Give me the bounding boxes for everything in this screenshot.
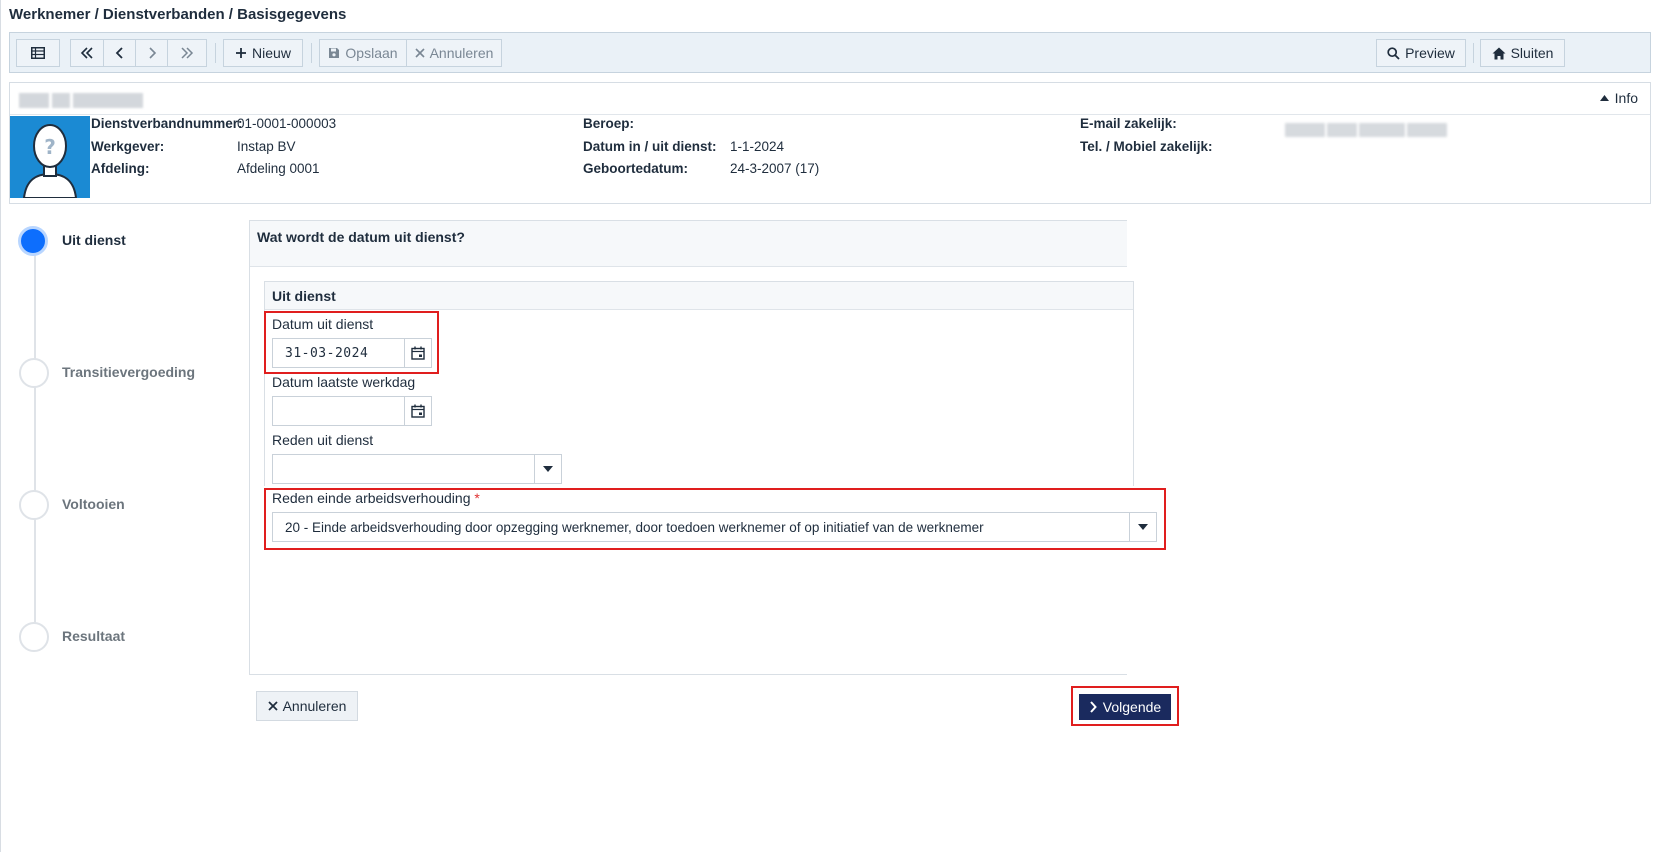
step-dot-resultaat[interactable] bbox=[19, 622, 49, 652]
toolbar: Nieuw Opslaan Annuleren Preview Sluiten bbox=[9, 32, 1651, 73]
step-label-resultaat[interactable]: Resultaat bbox=[62, 628, 125, 644]
dienstverband-label: Dienstverbandnummer: bbox=[91, 116, 243, 131]
datum-uit-dienst-calendar-button[interactable] bbox=[404, 339, 431, 367]
last-record-button[interactable] bbox=[167, 39, 207, 67]
reden-einde-label-text: Reden einde arbeidsverhouding bbox=[272, 490, 471, 506]
reden-einde-value: 20 - Einde arbeidsverhouding door opzegg… bbox=[285, 520, 984, 535]
required-mark: * bbox=[474, 490, 480, 506]
tel-label: Tel. / Mobiel zakelijk: bbox=[1080, 139, 1213, 154]
step-dot-transitievergoeding[interactable] bbox=[19, 358, 49, 388]
calendar-icon bbox=[411, 346, 425, 360]
grid-view-button[interactable] bbox=[16, 39, 60, 67]
reden-uit-dienst-label: Reden uit dienst bbox=[272, 432, 374, 448]
datum-laatste-werkdag-label: Datum laatste werkdag bbox=[272, 374, 416, 390]
datum-laatste-werkdag-input[interactable] bbox=[272, 396, 432, 426]
reden-einde-label: Reden einde arbeidsverhouding * bbox=[272, 490, 480, 506]
chevron-right-icon bbox=[1090, 701, 1097, 713]
email-label: E-mail zakelijk: bbox=[1080, 116, 1177, 131]
floppy-icon bbox=[329, 48, 340, 58]
info-toggle-label: Info bbox=[1614, 90, 1638, 106]
datum-value: 1-1-2024 bbox=[730, 139, 785, 154]
reden-einde-select[interactable]: 20 - Einde arbeidsverhouding door opzegg… bbox=[272, 512, 1157, 542]
preview-button[interactable]: Preview bbox=[1376, 39, 1466, 67]
close-button[interactable]: Sluiten bbox=[1480, 39, 1565, 67]
unknown-person-icon: ? bbox=[22, 124, 78, 198]
reden-einde-dropdown-button[interactable] bbox=[1129, 513, 1156, 541]
search-icon bbox=[1387, 46, 1400, 60]
plus-icon bbox=[236, 48, 247, 58]
cancel-button[interactable]: Annuleren bbox=[256, 691, 358, 721]
werkgever-label: Werkgever: bbox=[91, 139, 165, 154]
calendar-icon bbox=[411, 404, 425, 418]
afdeling-value: Afdeling 0001 bbox=[237, 161, 320, 176]
datum-label: Datum in / uit dienst: bbox=[583, 139, 717, 154]
datum-uit-dienst-label: Datum uit dienst bbox=[272, 316, 374, 332]
section-title: Uit dienst bbox=[272, 288, 336, 304]
employee-card-header: Info bbox=[10, 83, 1650, 115]
save-button-label: Opslaan bbox=[345, 45, 398, 61]
beroep-label: Beroep: bbox=[583, 116, 635, 131]
close-icon bbox=[267, 701, 278, 711]
toolbar-separator bbox=[1473, 43, 1474, 63]
caret-up-icon bbox=[1599, 95, 1609, 101]
step-label-voltooien[interactable]: Voltooien bbox=[62, 496, 125, 512]
geboorte-value: 24-3-2007 (17) bbox=[730, 161, 820, 176]
first-record-button[interactable] bbox=[70, 39, 104, 67]
reden-uit-dienst-select[interactable] bbox=[272, 454, 562, 484]
next-button-label: Volgende bbox=[1102, 699, 1162, 715]
step-label-transitievergoeding[interactable]: Transitievergoeding bbox=[62, 364, 195, 380]
table-icon bbox=[31, 47, 45, 59]
step-dot-uit-dienst[interactable] bbox=[18, 226, 48, 256]
stepper-line bbox=[34, 232, 36, 627]
page-title: Werknemer / Dienstverbanden / Basisgegev… bbox=[9, 6, 347, 23]
geboorte-label: Geboortedatum: bbox=[583, 161, 689, 176]
left-edge bbox=[0, 0, 1, 852]
previous-record-button[interactable] bbox=[103, 39, 136, 67]
home-icon bbox=[1492, 47, 1506, 59]
step-label-uit-dienst[interactable]: Uit dienst bbox=[62, 232, 126, 248]
step-dot-voltooien[interactable] bbox=[19, 490, 49, 520]
cancel-toolbar-label: Annuleren bbox=[429, 45, 494, 61]
next-button[interactable]: Volgende bbox=[1079, 694, 1171, 720]
toolbar-separator bbox=[311, 43, 312, 63]
reden-uit-dienst-dropdown-button[interactable] bbox=[534, 455, 561, 483]
close-button-label: Sluiten bbox=[1510, 45, 1554, 61]
toolbar-separator bbox=[215, 43, 216, 63]
next-record-button[interactable] bbox=[135, 39, 168, 67]
wizard-question: Wat wordt de datum uit dienst? bbox=[257, 229, 465, 245]
employee-name-redacted bbox=[19, 93, 147, 108]
chevron-right-icon bbox=[148, 47, 156, 59]
info-toggle[interactable]: Info bbox=[1599, 90, 1638, 106]
preview-button-label: Preview bbox=[1405, 45, 1455, 61]
save-button[interactable]: Opslaan bbox=[319, 39, 407, 67]
dienstverband-value: 01-0001-000003 bbox=[237, 116, 337, 131]
avatar: ? bbox=[10, 116, 90, 198]
employee-card: Info ? Dienstverbandnummer: 01-0001-0000… bbox=[9, 82, 1651, 204]
new-button-label: Nieuw bbox=[252, 45, 291, 61]
email-value-redacted bbox=[1285, 123, 1447, 137]
afdeling-label: Afdeling: bbox=[91, 161, 150, 176]
chevron-left-icon bbox=[115, 47, 123, 59]
new-button[interactable]: Nieuw bbox=[223, 39, 303, 67]
cancel-button-label: Annuleren bbox=[282, 698, 347, 714]
svg-text:?: ? bbox=[44, 135, 56, 159]
caret-down-icon bbox=[543, 466, 553, 472]
datum-laatste-werkdag-calendar-button[interactable] bbox=[404, 397, 431, 425]
uit-dienst-section-header: Uit dienst bbox=[265, 282, 1133, 310]
caret-down-icon bbox=[1138, 524, 1148, 530]
datum-uit-dienst-value: 31-03-2024 bbox=[285, 346, 369, 361]
cancel-toolbar-button[interactable]: Annuleren bbox=[406, 39, 502, 67]
chevrons-left-icon bbox=[80, 47, 93, 59]
chevrons-right-icon bbox=[181, 47, 194, 59]
werkgever-value: Instap BV bbox=[237, 139, 296, 154]
wizard-panel-header: Wat wordt de datum uit dienst? bbox=[250, 221, 1127, 267]
datum-uit-dienst-input[interactable]: 31-03-2024 bbox=[272, 338, 432, 368]
close-icon bbox=[415, 48, 425, 58]
